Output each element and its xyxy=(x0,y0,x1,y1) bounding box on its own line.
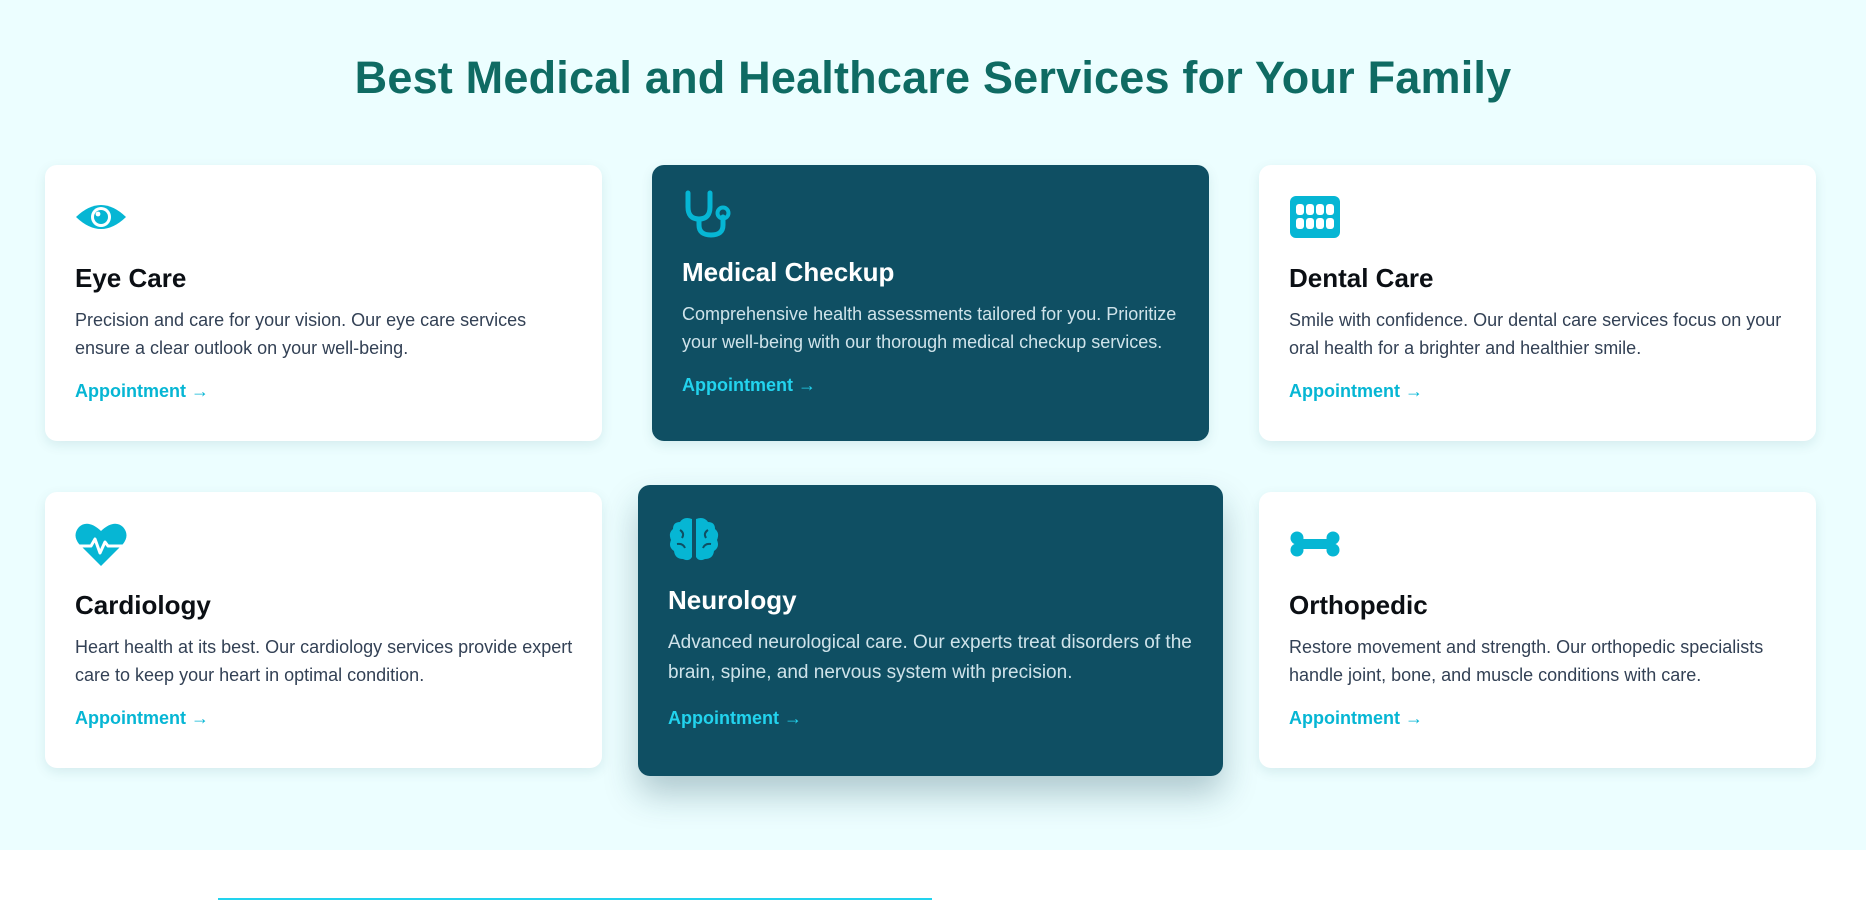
service-description: Restore movement and strength. Our ortho… xyxy=(1289,637,1764,685)
service-title: Medical Checkup xyxy=(682,257,895,287)
service-card-neurology: Neurology Advanced neurological care. Ou… xyxy=(638,485,1223,776)
service-description: Comprehensive health assessments tailore… xyxy=(682,304,1177,352)
service-title: Orthopedic xyxy=(1289,590,1428,620)
appointment-link[interactable]: Appointment → xyxy=(1289,708,1423,729)
service-card-cardiology: Cardiology Heart health at its best. Our… xyxy=(45,492,602,768)
heart-pulse-icon xyxy=(75,522,127,566)
bone-icon xyxy=(1289,522,1341,566)
teeth-icon xyxy=(1289,195,1341,239)
section-heading: Best Medical and Healthcare Services for… xyxy=(354,52,1512,103)
service-card-medical-checkup: Medical Checkup Comprehensive health ass… xyxy=(652,165,1209,441)
service-title: Eye Care xyxy=(75,263,187,293)
service-card-eye-care: Eye Care Precision and care for your vis… xyxy=(45,165,602,441)
appointment-link[interactable]: Appointment → xyxy=(1289,381,1423,402)
stethoscope-icon xyxy=(682,189,734,238)
service-description: Advanced neurological care. Our experts … xyxy=(668,632,1192,683)
service-title: Cardiology xyxy=(75,590,211,620)
service-title: Neurology xyxy=(668,585,797,615)
appointment-link[interactable]: Appointment → xyxy=(75,708,209,729)
appointment-link[interactable]: Appointment → xyxy=(75,381,209,402)
appointment-link[interactable]: Appointment → xyxy=(668,708,802,729)
service-description: Precision and care for your vision. Our … xyxy=(75,310,527,358)
appointment-link[interactable]: Appointment → xyxy=(682,375,816,396)
services-section: Best Medical and Healthcare Services for… xyxy=(0,0,1866,850)
service-title: Dental Care xyxy=(1289,263,1434,293)
service-card-orthopedic: Orthopedic Restore movement and strength… xyxy=(1259,492,1816,768)
service-card-dental-care: Dental Care Smile with confidence. Our d… xyxy=(1259,165,1816,441)
service-description: Smile with confidence. Our dental care s… xyxy=(1289,310,1782,358)
brain-icon xyxy=(668,515,720,561)
eye-icon xyxy=(75,195,127,239)
service-description: Heart health at its best. Our cardiology… xyxy=(75,637,573,685)
